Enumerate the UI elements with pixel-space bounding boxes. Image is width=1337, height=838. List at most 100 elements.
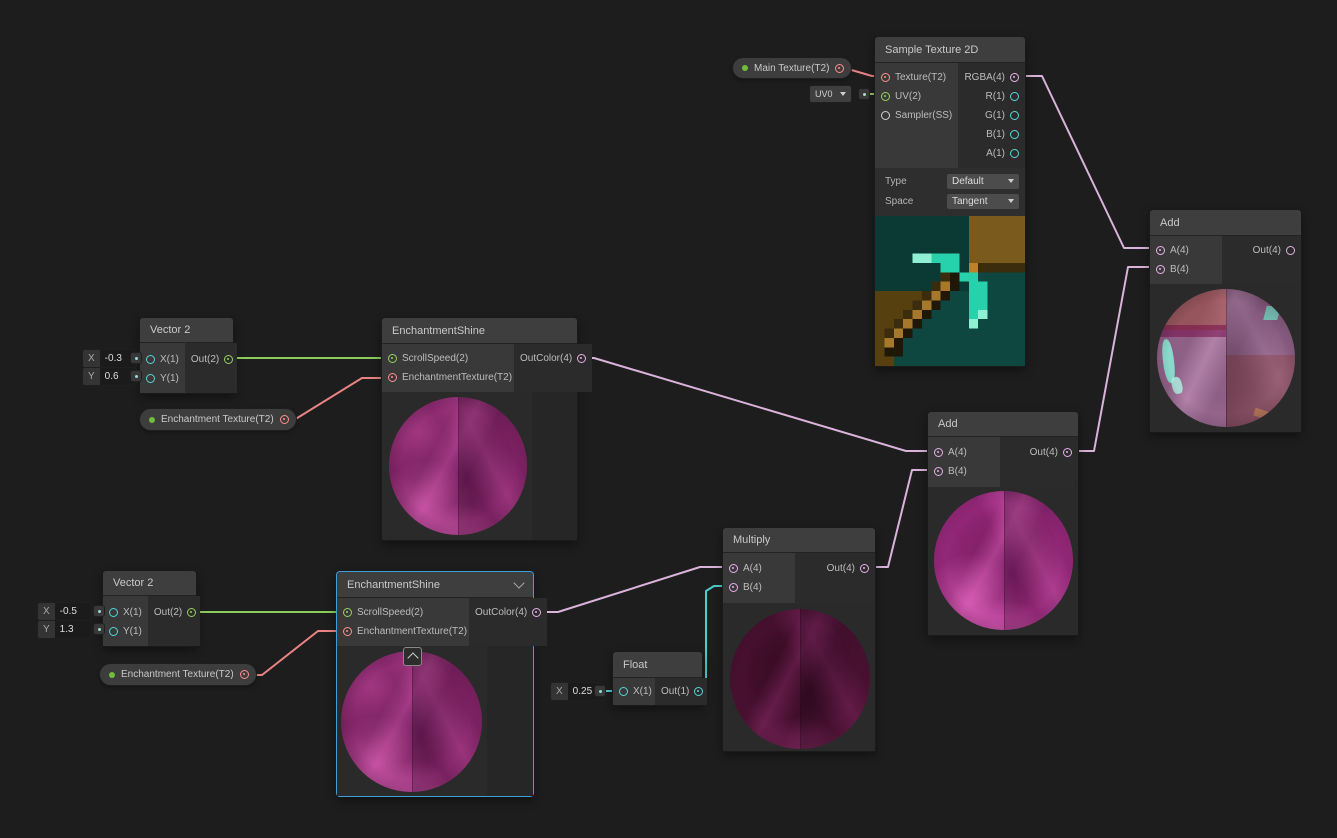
g-output-port[interactable] bbox=[1010, 111, 1019, 120]
scrollspeed-input-port[interactable] bbox=[388, 354, 397, 363]
x-input-port[interactable] bbox=[146, 355, 155, 364]
type-dropdown[interactable]: Default bbox=[947, 174, 1019, 189]
port-label: UV(2) bbox=[895, 91, 921, 102]
out-output-port[interactable] bbox=[224, 355, 233, 364]
field-connector-dot[interactable] bbox=[859, 89, 869, 99]
b-input-port[interactable] bbox=[1156, 265, 1165, 274]
y-input-port[interactable] bbox=[146, 374, 155, 383]
x-input-port[interactable] bbox=[109, 608, 118, 617]
scrollspeed-input-port[interactable] bbox=[343, 608, 352, 617]
minecraft-texture-image bbox=[875, 216, 1025, 366]
main-texture-property[interactable]: Main Texture(T2) bbox=[733, 58, 851, 78]
node-sample-texture-2d[interactable]: Sample Texture 2D Texture(T2) UV(2) Samp… bbox=[875, 37, 1025, 366]
y-value-field[interactable]: Y 1.3 bbox=[38, 621, 91, 638]
port-label: Sampler(SS) bbox=[895, 110, 952, 121]
node-title[interactable]: Multiply bbox=[723, 528, 875, 553]
node-add-final[interactable]: Add A(4) B(4) Out(4) bbox=[1150, 210, 1301, 432]
a-input-port[interactable] bbox=[729, 564, 738, 573]
space-dropdown[interactable]: Tangent bbox=[947, 194, 1019, 209]
node-title[interactable]: Vector 2 bbox=[140, 318, 233, 343]
node-multiply[interactable]: Multiply A(4) B(4) Out(4) bbox=[723, 528, 875, 751]
exposed-property-icon bbox=[109, 672, 115, 678]
node-title[interactable]: Sample Texture 2D bbox=[875, 37, 1025, 63]
out-output-port[interactable] bbox=[860, 564, 869, 573]
setting-label: Space bbox=[885, 196, 913, 207]
outcolor-output-port[interactable] bbox=[532, 608, 541, 617]
preview-sphere bbox=[730, 609, 870, 749]
y-value-field[interactable]: Y 0.6 bbox=[83, 368, 136, 385]
node-title[interactable]: Add bbox=[928, 412, 1078, 437]
node-preview bbox=[1150, 284, 1301, 432]
field-connector-dot[interactable] bbox=[94, 624, 104, 634]
node-title[interactable]: Vector 2 bbox=[103, 571, 196, 596]
property-output-port[interactable] bbox=[240, 670, 249, 679]
rgba-output-port[interactable] bbox=[1010, 73, 1019, 82]
enchantmenttexture-input-port[interactable] bbox=[343, 627, 352, 636]
b-input-port[interactable] bbox=[934, 467, 943, 476]
node-enchantment-shine-bottom[interactable]: EnchantmentShine ScrollSpeed(2) Enchantm… bbox=[337, 572, 533, 796]
port-label: Texture(T2) bbox=[895, 72, 946, 83]
port-label: G(1) bbox=[985, 110, 1005, 121]
node-title[interactable]: EnchantmentShine bbox=[382, 318, 577, 344]
port-label: A(1) bbox=[986, 148, 1005, 159]
preview-sphere bbox=[341, 651, 482, 792]
chevron-up-icon bbox=[407, 652, 418, 663]
property-output-port[interactable] bbox=[835, 64, 844, 73]
enchantment-texture-property-bottom[interactable]: Enchantment Texture(T2) bbox=[100, 664, 256, 685]
node-title[interactable]: Float bbox=[613, 652, 702, 678]
node-preview bbox=[382, 392, 577, 540]
preview-sphere bbox=[1157, 289, 1295, 427]
uv-channel-dropdown[interactable]: UV0 bbox=[810, 86, 851, 102]
node-enchantment-shine-top[interactable]: EnchantmentShine ScrollSpeed(2) Enchantm… bbox=[382, 318, 577, 540]
exposed-property-icon bbox=[149, 417, 155, 423]
field-connector-dot[interactable] bbox=[595, 686, 605, 696]
node-add-middle[interactable]: Add A(4) B(4) Out(4) bbox=[928, 412, 1078, 635]
out-output-port[interactable] bbox=[187, 608, 196, 617]
x-value-field[interactable]: X -0.3 bbox=[83, 350, 136, 367]
node-float[interactable]: Float X(1) Out(1) bbox=[613, 652, 702, 705]
y-input-port[interactable] bbox=[109, 627, 118, 636]
a-input-port[interactable] bbox=[934, 448, 943, 457]
enchantment-texture-property-top[interactable]: Enchantment Texture(T2) bbox=[140, 409, 296, 430]
texture-input-port[interactable] bbox=[881, 73, 890, 82]
x-input-port[interactable] bbox=[619, 687, 628, 696]
chevron-down-icon[interactable] bbox=[513, 577, 524, 588]
shader-graph-canvas[interactable]: Sample Texture 2D Texture(T2) UV(2) Samp… bbox=[0, 0, 1337, 838]
uv-input-port[interactable] bbox=[881, 92, 890, 101]
node-title[interactable]: EnchantmentShine bbox=[337, 572, 533, 598]
port-label: R(1) bbox=[986, 91, 1005, 102]
property-output-port[interactable] bbox=[280, 415, 289, 424]
out-output-port[interactable] bbox=[1063, 448, 1072, 457]
node-vector2-bottom[interactable]: Vector 2 X(1) Y(1) Out(2) bbox=[103, 571, 196, 646]
node-preview bbox=[723, 603, 875, 751]
a-input-port[interactable] bbox=[1156, 246, 1165, 255]
node-title[interactable]: Add bbox=[1150, 210, 1301, 236]
preview-sphere bbox=[934, 491, 1073, 630]
field-connector-dot[interactable] bbox=[131, 371, 141, 381]
out-output-port[interactable] bbox=[694, 687, 703, 696]
port-label: B(1) bbox=[986, 129, 1005, 140]
dropdown-caret-icon bbox=[1008, 199, 1014, 203]
preview-sphere bbox=[389, 397, 527, 535]
node-vector2-top[interactable]: Vector 2 X(1) Y(1) Out(2) bbox=[140, 318, 233, 393]
node-preview bbox=[337, 646, 533, 796]
setting-label: Type bbox=[885, 176, 907, 187]
r-output-port[interactable] bbox=[1010, 92, 1019, 101]
dropdown-caret-icon bbox=[1008, 179, 1014, 183]
field-connector-dot[interactable] bbox=[131, 353, 141, 363]
collapse-preview-button[interactable] bbox=[403, 647, 422, 666]
out-output-port[interactable] bbox=[1286, 246, 1295, 255]
node-preview bbox=[928, 487, 1078, 635]
outcolor-output-port[interactable] bbox=[577, 354, 586, 363]
b-output-port[interactable] bbox=[1010, 130, 1019, 139]
x-value-field[interactable]: X -0.5 bbox=[38, 603, 91, 620]
enchantmenttexture-input-port[interactable] bbox=[388, 373, 397, 382]
a-output-port[interactable] bbox=[1010, 149, 1019, 158]
dropdown-caret-icon bbox=[840, 92, 846, 96]
sampler-input-port[interactable] bbox=[881, 111, 890, 120]
exposed-property-icon bbox=[742, 65, 748, 71]
texture-preview bbox=[875, 216, 1025, 366]
field-connector-dot[interactable] bbox=[94, 606, 104, 616]
port-label: RGBA(4) bbox=[964, 72, 1005, 83]
b-input-port[interactable] bbox=[729, 583, 738, 592]
